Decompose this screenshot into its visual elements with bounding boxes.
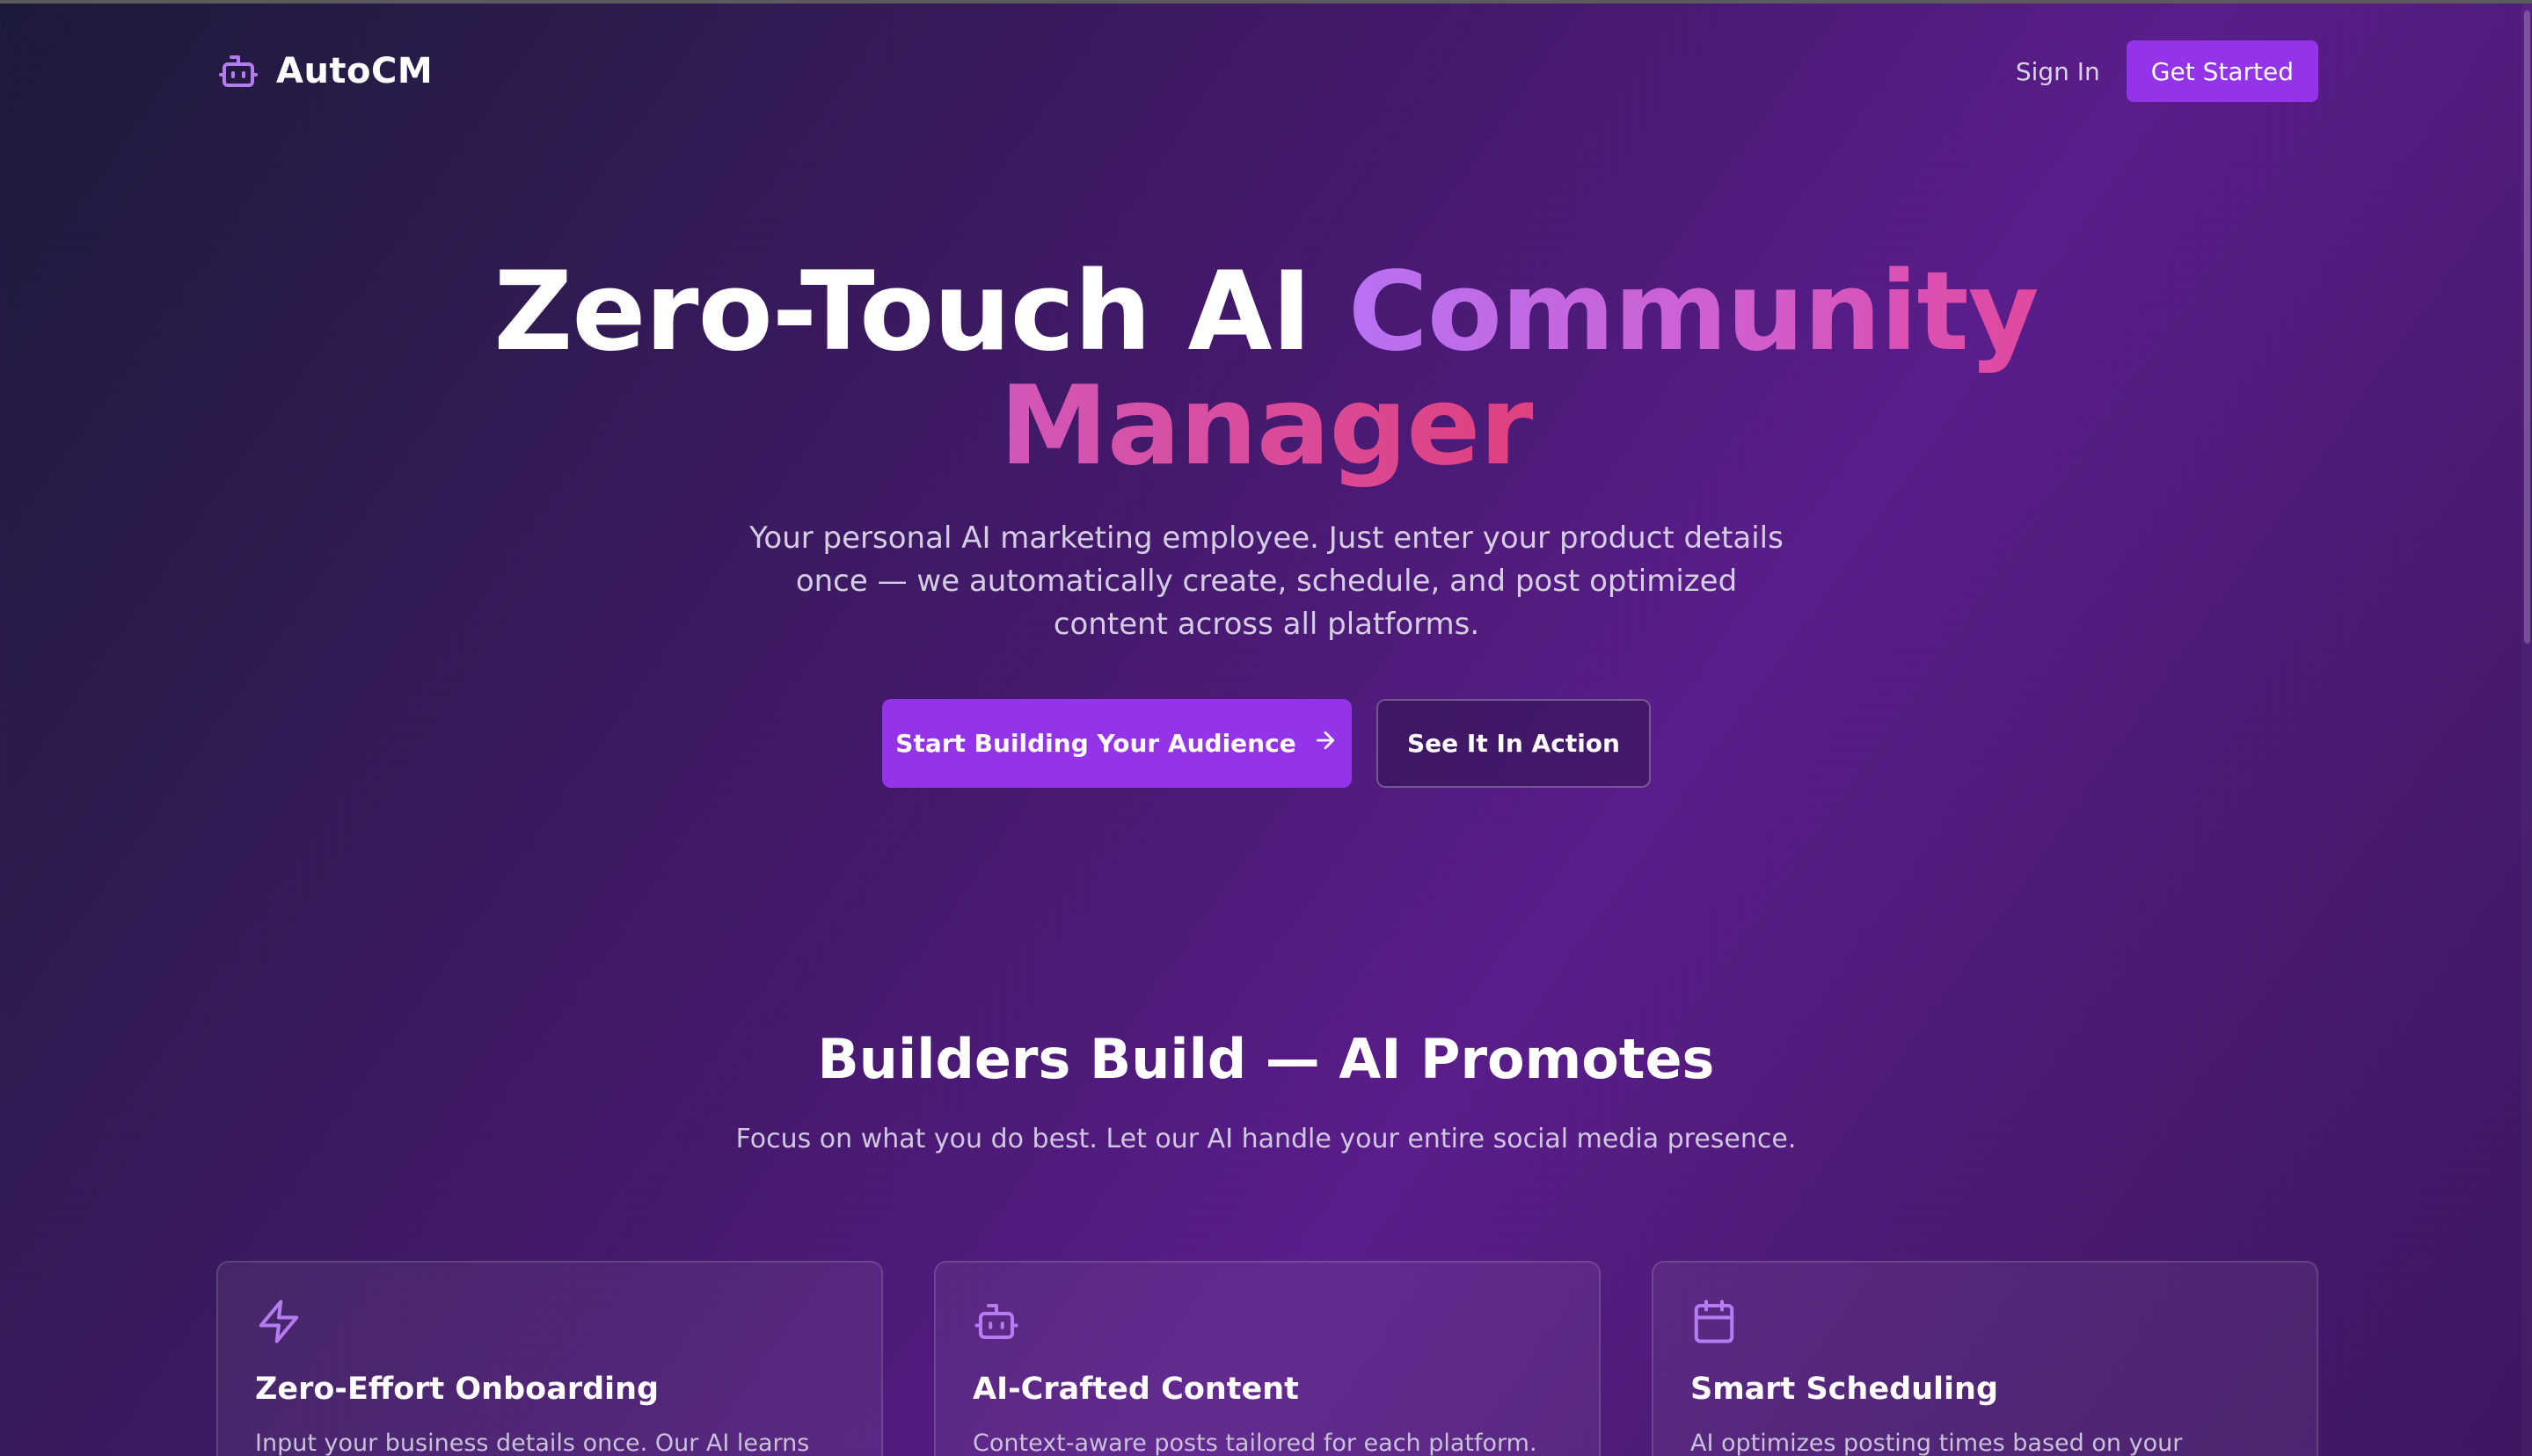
feature-cards: Zero-Effort Onboarding Input your busine… <box>216 1261 2318 1456</box>
feature-card-onboarding: Zero-Effort Onboarding Input your busine… <box>216 1261 883 1456</box>
hero-title-highlight-2: Manager <box>999 363 1533 490</box>
see-it-in-action-button[interactable]: See It In Action <box>1376 699 1651 788</box>
hero-subtitle: Your personal AI marketing employee. Jus… <box>749 521 1784 642</box>
card-text: Context-aware posts tailored for each pl… <box>973 1430 1537 1456</box>
top-navigation: AutoCM Sign In Get Started <box>216 40 2318 102</box>
robot-icon <box>973 1298 1020 1345</box>
card-text: AI optimizes posting times based on your… <box>1690 1430 2183 1456</box>
sign-in-link[interactable]: Sign In <box>2016 57 2100 86</box>
card-title: Zero-Effort Onboarding <box>255 1372 660 1407</box>
hero-title: Zero-Touch AI Community Manager <box>0 255 2532 484</box>
scrollbar[interactable] <box>2521 4 2532 1456</box>
brand-name: AutoCM <box>276 51 434 91</box>
start-building-label: Start Building Your Audience <box>895 729 1296 758</box>
get-started-button[interactable]: Get Started <box>2126 40 2318 102</box>
brand-logo[interactable]: AutoCM <box>216 49 433 93</box>
see-it-in-action-label: See It In Action <box>1407 729 1620 758</box>
card-text: Input your business details once. Our AI… <box>255 1430 810 1456</box>
section-subtitle: Focus on what you do best. Let our AI ha… <box>735 1124 1797 1154</box>
hero-title-part1: Zero-Touch AI <box>493 249 1348 375</box>
hero-cta-row: Start Building Your Audience See It In A… <box>882 699 1651 788</box>
card-title: AI-Crafted Content <box>973 1372 1299 1407</box>
card-title: Smart Scheduling <box>1690 1372 1999 1407</box>
section-title: Builders Build — AI Promotes <box>817 1027 1715 1091</box>
calendar-icon <box>1690 1298 1738 1345</box>
browser-top-border <box>0 0 2532 4</box>
hero-title-highlight: Community <box>1347 249 2039 375</box>
start-building-button[interactable]: Start Building Your Audience <box>882 699 1352 788</box>
nav-actions: Sign In Get Started <box>2016 40 2318 102</box>
feature-card-scheduling: Smart Scheduling AI optimizes posting ti… <box>1652 1261 2318 1456</box>
feature-card-content: AI-Crafted Content Context-aware posts t… <box>934 1261 1601 1456</box>
arrow-right-icon <box>1312 727 1339 760</box>
robot-icon <box>216 49 260 93</box>
lightning-icon <box>255 1298 303 1345</box>
